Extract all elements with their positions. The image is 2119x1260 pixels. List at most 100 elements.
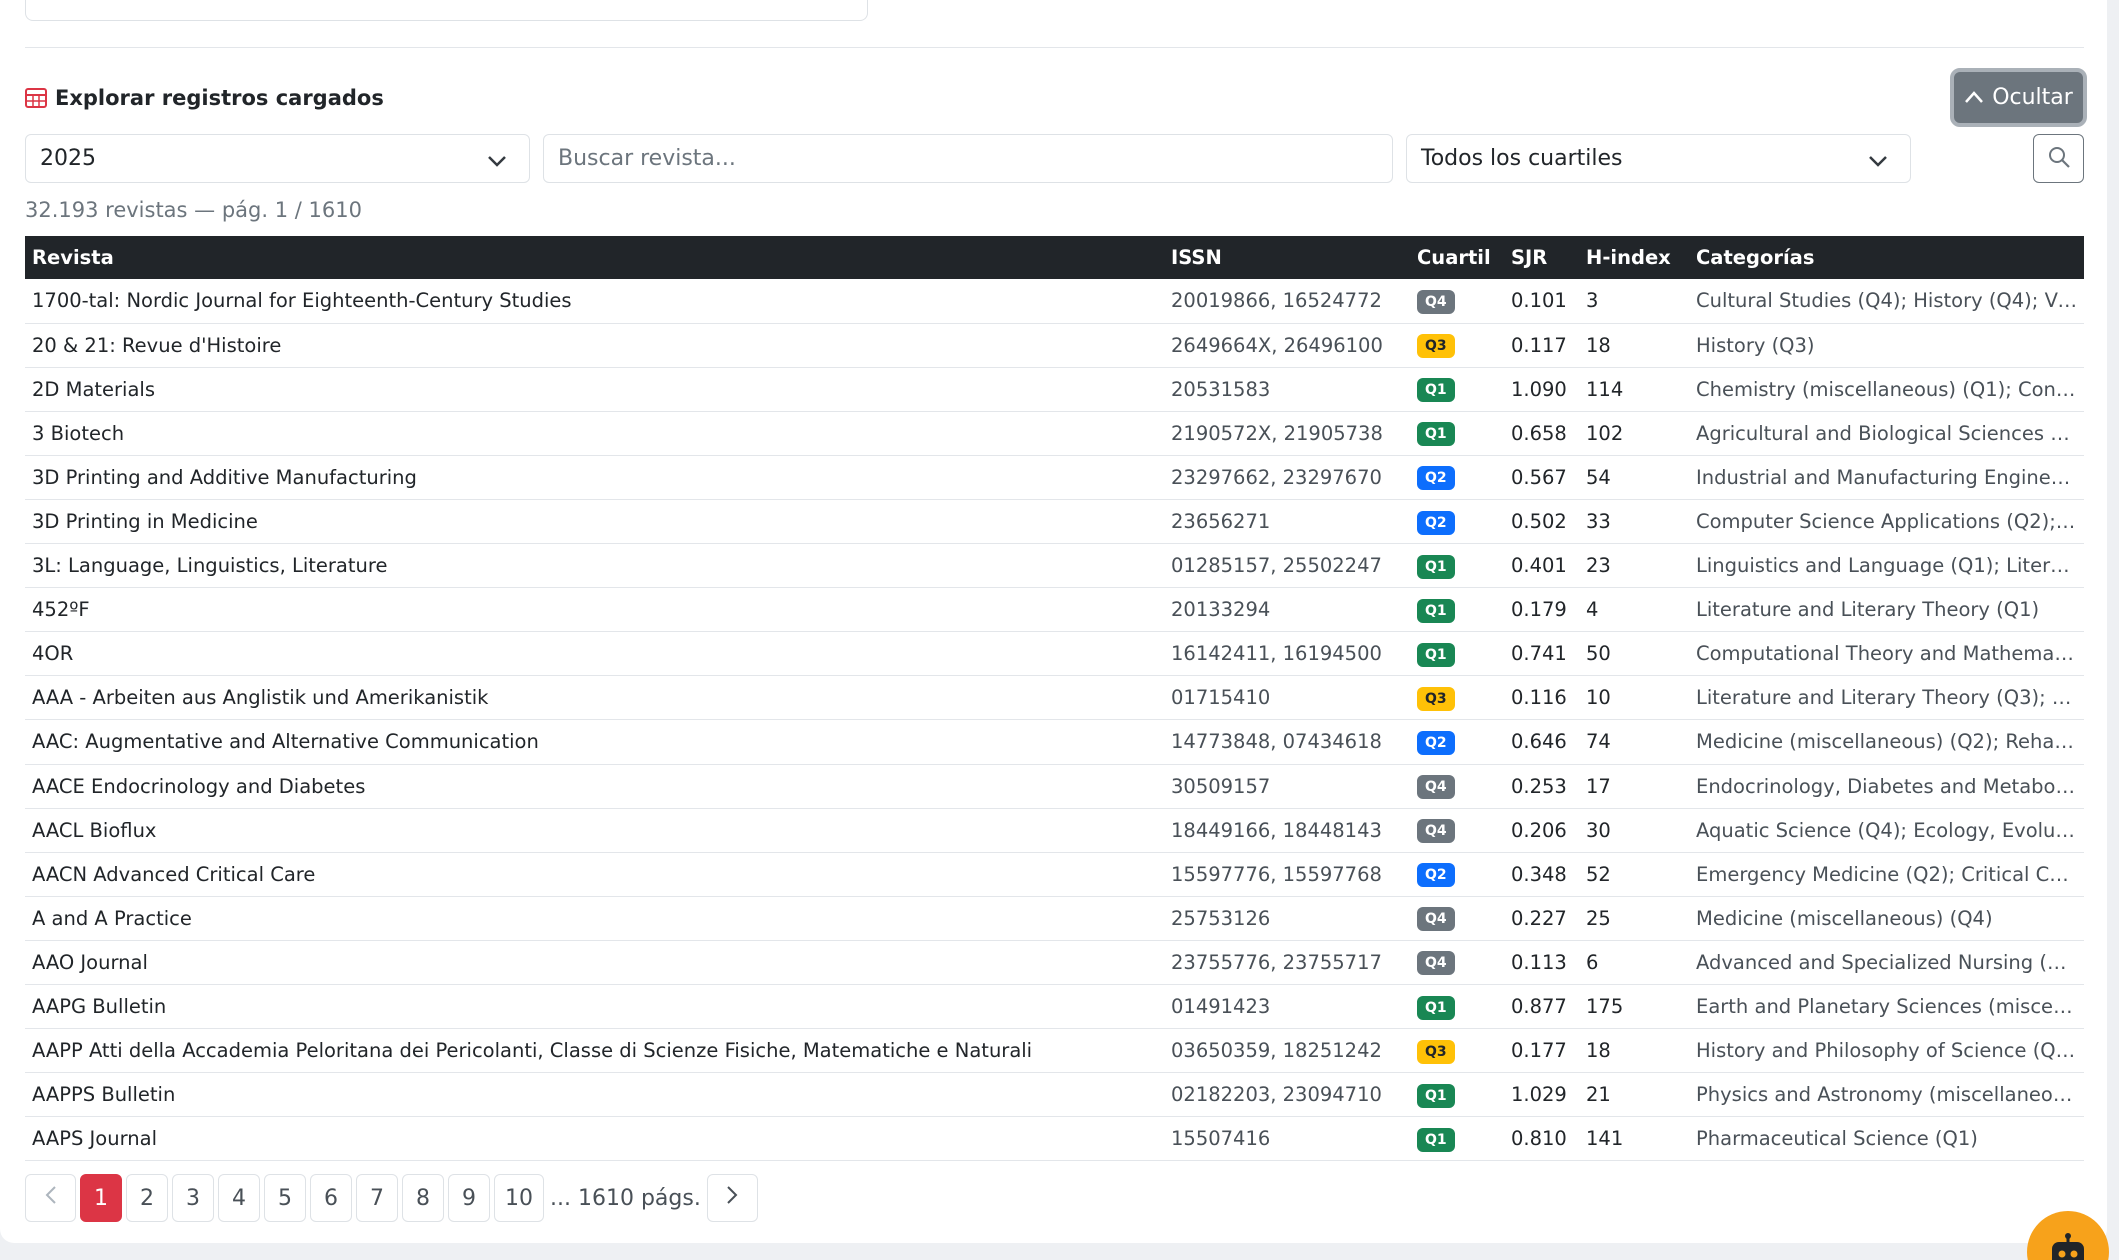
table-row[interactable]: 1700-tal: Nordic Journal for Eighteenth-… [25, 279, 2084, 324]
journal-categories: History and Philosophy of Science (Q3); … [1689, 1028, 2084, 1074]
journal-categories: Medicine (miscellaneous) (Q2); Rehabilit… [1689, 719, 2084, 765]
page-button-3[interactable]: 3 [172, 1174, 214, 1222]
table-row[interactable]: AAA - Arbeiten aus Anglistik und Amerika… [25, 675, 2084, 721]
page-button-2[interactable]: 2 [126, 1174, 168, 1222]
quartile-select[interactable]: Todos los cuartiles [1406, 134, 1911, 183]
quartile-badge: Q4 [1417, 907, 1455, 932]
journal-name: AACN Advanced Critical Care [25, 852, 1164, 897]
journal-sjr: 0.101 [1504, 279, 1579, 324]
journal-sjr: 0.741 [1504, 631, 1579, 677]
prev-page-button[interactable] [25, 1174, 76, 1222]
journal-quartile: Q1 [1410, 1072, 1504, 1118]
journal-issn: 16142411, 16194500 [1164, 631, 1410, 677]
hide-button[interactable]: Ocultar [1950, 68, 2087, 127]
page-button-4[interactable]: 4 [218, 1174, 260, 1222]
journal-issn: 15597776, 15597768 [1164, 852, 1410, 897]
journal-issn: 03650359, 18251242 [1164, 1028, 1410, 1074]
table-row[interactable]: 2D Materials 20531583 Q1 1.090 114 Chemistry … [25, 367, 2084, 412]
journal-categories: Computer Science Applications (Q2); Ra..… [1689, 499, 2084, 545]
journal-quartile: Q3 [1410, 1028, 1504, 1074]
journal-name: 3D Printing in Medicine [25, 499, 1164, 545]
journal-hindex: 141 [1579, 1116, 1689, 1162]
journal-sjr: 0.810 [1504, 1116, 1579, 1162]
table-row[interactable]: AACN Advanced Critical Care 15597776, 155… [25, 852, 2084, 897]
journal-issn: 20531583 [1164, 367, 1410, 412]
explorer-card: Explorar registros cargados Ocultar 2025… [0, 0, 2107, 1243]
journal-sjr: 0.567 [1504, 455, 1579, 500]
page-button-9[interactable]: 9 [448, 1174, 490, 1222]
header-issn[interactable]: ISSN [1164, 236, 1410, 279]
journal-categories: Pharmaceutical Science (Q1) [1689, 1116, 2084, 1162]
journal-name: AAO Journal [25, 940, 1164, 986]
journal-hindex: 6 [1579, 940, 1689, 986]
journal-hindex: 18 [1579, 1028, 1689, 1074]
next-page-button[interactable] [706, 1174, 758, 1222]
journal-categories: Advanced and Specialized Nursing (Q4); .… [1689, 940, 2084, 986]
table-row[interactable]: AAPPS Bulletin 02182203, 23094710 Q1 1.029 2… [25, 1072, 2084, 1118]
journal-issn: 01491423 [1164, 984, 1410, 1030]
search-placeholder: Buscar revista... [558, 146, 736, 171]
journal-sjr: 0.206 [1504, 808, 1579, 853]
section-title: Explorar registros cargados [25, 83, 384, 113]
pagination: 1 2 3 4 5 6 7 8 9 10 ... 1610 págs. [25, 1174, 762, 1222]
table-row[interactable]: 3L: Language, Linguistics, Literature 012… [25, 543, 2084, 589]
journal-sjr: 0.658 [1504, 411, 1579, 456]
page-button-10[interactable]: 10 [494, 1174, 544, 1222]
quartile-badge: Q1 [1417, 378, 1455, 403]
table-row[interactable]: 4OR 16142411, 16194500 Q1 0.741 50 Computatio… [25, 631, 2084, 677]
journal-categories: Industrial and Manufacturing Engineerin.… [1689, 455, 2084, 500]
journal-issn: 23755776, 23755717 [1164, 940, 1410, 986]
journal-sjr: 0.179 [1504, 587, 1579, 633]
table-row[interactable]: 20 & 21: Revue d'Histoire 2649664X, 26496… [25, 323, 2084, 368]
header-sjr[interactable]: SJR [1504, 236, 1579, 279]
quartile-badge: Q1 [1417, 995, 1455, 1020]
journal-hindex: 54 [1579, 455, 1689, 500]
journal-name: AACL Bioflux [25, 808, 1164, 853]
table-row[interactable]: AAC: Augmentative and Alternative Commun… [25, 719, 2084, 765]
table-row[interactable]: A and A Practice 25753126 Q4 0.227 25 Medicin… [25, 896, 2084, 941]
journal-name: AAPS Journal [25, 1116, 1164, 1162]
quartile-badge: Q1 [1417, 422, 1455, 447]
table-row[interactable]: 452ºF 20133294 Q1 0.179 4 Literature and Lite… [25, 587, 2084, 633]
journal-name: AAPP Atti della Accademia Peloritana dei… [25, 1028, 1164, 1074]
table-row[interactable]: AAPG Bulletin 01491423 Q1 0.877 175 Earth and… [25, 984, 2084, 1030]
quartile-badge: Q1 [1417, 642, 1455, 667]
search-button[interactable] [2033, 134, 2084, 183]
table-row[interactable]: AACL Bioflux 18449166, 18448143 Q4 0.206 30 A… [25, 808, 2084, 853]
table-row[interactable]: 3D Printing and Additive Manufacturing 23… [25, 455, 2084, 500]
page-button-8[interactable]: 8 [402, 1174, 444, 1222]
journal-name: AACE Endocrinology and Diabetes [25, 764, 1164, 809]
header-quartile[interactable]: Cuartil [1410, 236, 1504, 279]
page-button-7[interactable]: 7 [356, 1174, 398, 1222]
journal-issn: 01285157, 25502247 [1164, 543, 1410, 589]
year-select[interactable]: 2025 [25, 134, 530, 183]
journal-hindex: 25 [1579, 896, 1689, 941]
journal-sjr: 0.646 [1504, 719, 1579, 765]
table-row[interactable]: AAPS Journal 15507416 Q1 0.810 141 Pharmaceut… [25, 1116, 2084, 1162]
search-input[interactable]: Buscar revista... [543, 134, 1393, 183]
table-row[interactable]: 3D Printing in Medicine 23656271 Q2 0.502 33… [25, 499, 2084, 545]
journal-quartile: Q4 [1410, 940, 1504, 986]
journal-sjr: 0.401 [1504, 543, 1579, 589]
page-button-1[interactable]: 1 [80, 1174, 122, 1222]
table-row[interactable]: AACE Endocrinology and Diabetes 30509157 Q… [25, 764, 2084, 809]
header-journal[interactable]: Revista [25, 236, 1164, 279]
table-row[interactable]: AAPP Atti della Accademia Peloritana dei… [25, 1028, 2084, 1074]
journal-name: AAPPS Bulletin [25, 1072, 1164, 1118]
header-hindex[interactable]: H-index [1579, 236, 1689, 279]
journal-hindex: 33 [1579, 499, 1689, 545]
table-row[interactable]: 3 Biotech 2190572X, 21905738 Q1 0.658 102 Agr… [25, 411, 2084, 456]
page-button-6[interactable]: 6 [310, 1174, 352, 1222]
journal-quartile: Q2 [1410, 719, 1504, 765]
journal-quartile: Q4 [1410, 764, 1504, 809]
journal-issn: 18449166, 18448143 [1164, 808, 1410, 853]
hide-button-label: Ocultar [1992, 85, 2073, 110]
quartile-badge: Q4 [1417, 289, 1455, 314]
table-row[interactable]: AAO Journal 23755776, 23755717 Q4 0.113 6 Adv… [25, 940, 2084, 986]
journal-issn: 30509157 [1164, 764, 1410, 809]
page-button-5[interactable]: 5 [264, 1174, 306, 1222]
header-categories[interactable]: Categorías [1689, 236, 2084, 279]
journal-sjr: 0.113 [1504, 940, 1579, 986]
quartile-badge: Q2 [1417, 863, 1455, 888]
journal-hindex: 52 [1579, 852, 1689, 897]
